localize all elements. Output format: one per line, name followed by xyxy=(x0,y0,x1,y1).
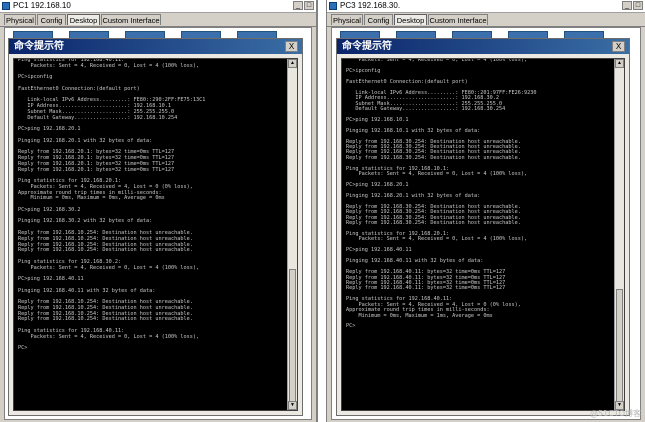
maximize-icon[interactable]: □ xyxy=(304,1,314,10)
scroll-thumb[interactable] xyxy=(289,269,296,404)
pc1-command-prompt-window: 命令提示符 X Ping statistics for 192.168.40.1… xyxy=(8,38,303,416)
cmd-title: 命令提示符 xyxy=(342,41,392,52)
tab-desktop[interactable]: Desktop xyxy=(67,14,100,25)
terminal-scrollbar[interactable]: ▲ ▼ xyxy=(287,59,297,410)
app-icon xyxy=(2,2,10,10)
close-icon[interactable]: X xyxy=(285,41,298,52)
maximize-icon[interactable]: □ xyxy=(633,1,643,10)
pc1-tabbar: Physical Config Desktop Custom Interface xyxy=(0,13,316,27)
tab-physical[interactable]: Physical xyxy=(331,14,363,25)
tab-custom-interface[interactable]: Custom Interface xyxy=(101,14,161,25)
scroll-up-icon[interactable]: ▲ xyxy=(615,59,624,68)
pc3-command-prompt-window: 命令提示符 X Packets: Sent = 4, Received = 0,… xyxy=(336,38,630,416)
tab-custom-interface[interactable]: Custom Interface xyxy=(428,14,488,25)
pc3-window: PC3 192.168.30. _ □ Physical Config Desk… xyxy=(326,0,645,422)
tab-config[interactable]: Config xyxy=(37,14,66,25)
pc1-window-title: PC1 192.168.10 xyxy=(13,1,71,10)
terminal-scrollbar[interactable]: ▲ ▼ xyxy=(614,59,624,410)
pc3-terminal-output[interactable]: Packets: Sent = 4, Received = 0, Lost = … xyxy=(342,59,614,410)
app-icon xyxy=(329,2,337,10)
pc3-window-title: PC3 192.168.30. xyxy=(340,1,401,10)
tab-desktop[interactable]: Desktop xyxy=(394,14,427,25)
close-icon[interactable]: X xyxy=(612,41,625,52)
pc3-titlebar[interactable]: PC3 192.168.30. _ □ xyxy=(327,0,645,13)
cmd-title: 命令提示符 xyxy=(14,41,64,52)
terminal-frame: Ping statistics for 192.168.40.11: Packe… xyxy=(13,58,298,411)
scroll-up-icon[interactable]: ▲ xyxy=(288,59,297,68)
tab-physical[interactable]: Physical xyxy=(4,14,36,25)
tab-config[interactable]: Config xyxy=(364,14,393,25)
watermark: @51CTO博客 xyxy=(590,409,641,418)
minimize-icon[interactable]: _ xyxy=(622,1,632,10)
pc1-window: PC1 192.168.10 _ □ Physical Config Deskt… xyxy=(0,0,318,422)
cmd-titlebar[interactable]: 命令提示符 X xyxy=(9,39,302,54)
pc1-titlebar[interactable]: PC1 192.168.10 _ □ xyxy=(0,0,316,13)
scroll-down-icon[interactable]: ▼ xyxy=(288,401,297,410)
pc3-tabbar: Physical Config Desktop Custom Interface xyxy=(327,13,645,27)
scroll-thumb[interactable] xyxy=(616,289,623,407)
terminal-frame: Packets: Sent = 4, Received = 0, Lost = … xyxy=(341,58,625,411)
cmd-titlebar[interactable]: 命令提示符 X xyxy=(337,39,629,54)
terminal-line: PC> xyxy=(18,345,28,352)
pc1-terminal-output[interactable]: Ping statistics for 192.168.40.11: Packe… xyxy=(14,59,287,410)
minimize-icon[interactable]: _ xyxy=(293,1,303,10)
terminal-line: PC> xyxy=(346,323,356,330)
